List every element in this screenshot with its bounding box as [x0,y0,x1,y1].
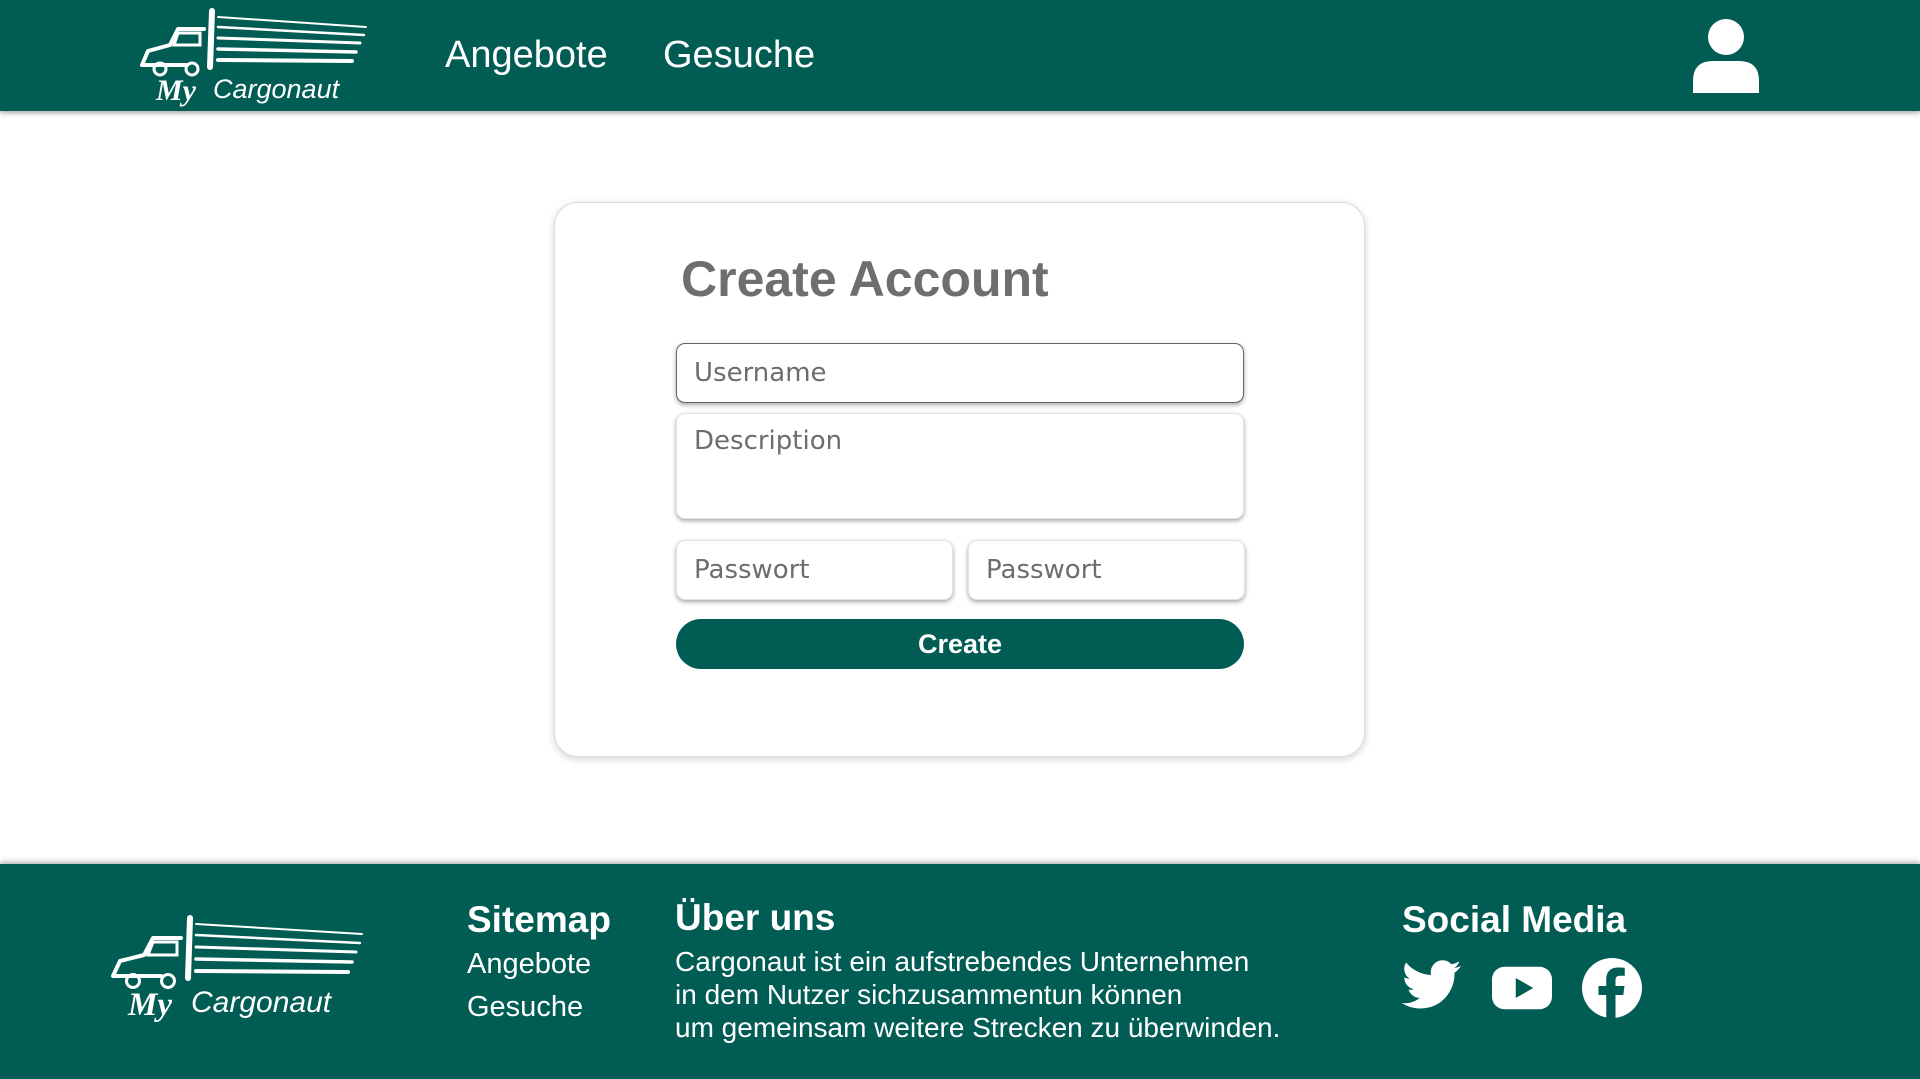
create-account-card: Create Account Create [554,202,1365,757]
create-button[interactable]: Create [676,619,1244,669]
top-navbar: My Cargonaut Angebote Gesuche [0,0,1920,111]
svg-text:Cargonaut: Cargonaut [191,986,333,1019]
svg-text:My: My [155,74,197,107]
social-media-heading: Social Media [1402,899,1627,940]
svg-text:Cargonaut: Cargonaut [213,74,341,104]
username-input[interactable] [676,343,1244,403]
about-heading: Über uns [675,897,836,938]
page-title: Create Account [681,251,1049,307]
about-line: in dem Nutzer sichzusammentun können [675,979,1183,1010]
user-icon[interactable] [1693,19,1759,93]
footer-link-gesuche[interactable]: Gesuche [467,989,583,1025]
footer-link-angebote[interactable]: Angebote [467,946,591,982]
sitemap-heading: Sitemap [467,899,611,940]
about-line: Cargonaut ist ein aufstrebendes Unterneh… [675,946,1250,977]
svg-text:My: My [127,987,172,1022]
cargonaut-logo[interactable]: My Cargonaut [138,5,370,108]
youtube-icon[interactable] [1492,958,1552,1018]
twitter-icon[interactable] [1402,958,1462,1012]
cargonaut-logo-footer[interactable]: My Cargonaut [108,912,366,1022]
facebook-icon[interactable] [1582,958,1642,1018]
nav-link-angebote[interactable]: Angebote [445,30,608,80]
nav-link-gesuche[interactable]: Gesuche [663,30,815,80]
footer: My Cargonaut Sitemap Angebote Gesuche Üb… [0,864,1920,1079]
about-text: Cargonaut ist ein aufstrebendes Unterneh… [675,945,1280,1044]
password-repeat-input[interactable] [968,540,1245,600]
description-input[interactable] [676,413,1244,519]
about-line: um gemeinsam weitere Strecken zu überwin… [675,1012,1281,1043]
password-input[interactable] [676,540,953,600]
